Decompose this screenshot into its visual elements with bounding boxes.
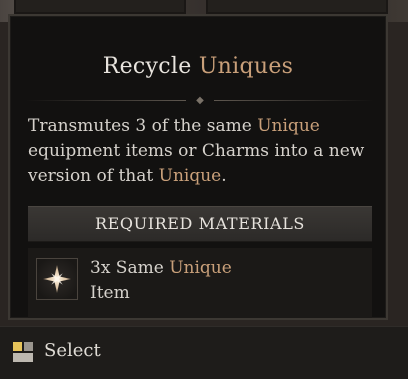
title-divider: ◆ — [26, 96, 374, 106]
description-period: . — [221, 166, 227, 186]
mouse-button-icon — [12, 341, 34, 363]
background-slot — [206, 0, 388, 14]
tooltip-description: Transmutes 3 of the same Unique equipmen… — [28, 114, 374, 189]
tooltip-title-accent: Uniques — [198, 54, 294, 79]
background-slot — [14, 0, 186, 14]
divider-ornament-icon: ◆ — [196, 95, 204, 106]
material-prefix: 3x Same — [90, 258, 164, 278]
material-row: 3x Same Unique Item — [28, 248, 372, 318]
material-suffix: Item — [90, 283, 130, 303]
description-text: Transmutes 3 of the same — [28, 116, 252, 136]
material-unique-word: Unique — [169, 258, 232, 278]
tooltip-title-prefix: Recycle — [102, 54, 192, 79]
tooltip-title: Recycle Uniques — [10, 54, 386, 79]
recycle-uniques-tooltip: Recycle Uniques ◆ Transmutes 3 of the sa… — [8, 14, 388, 320]
select-action-button[interactable]: Select — [44, 337, 101, 365]
description-unique-word: Unique — [257, 116, 320, 136]
footer-bar: Select — [0, 326, 408, 379]
required-materials-header: REQUIRED MATERIALS — [28, 206, 372, 242]
divider-line-right — [214, 100, 374, 101]
divider-line-left — [26, 100, 186, 101]
material-text: 3x Same Unique Item — [90, 256, 232, 306]
unique-star-icon — [36, 258, 78, 300]
description-unique-word: Unique — [158, 166, 222, 186]
